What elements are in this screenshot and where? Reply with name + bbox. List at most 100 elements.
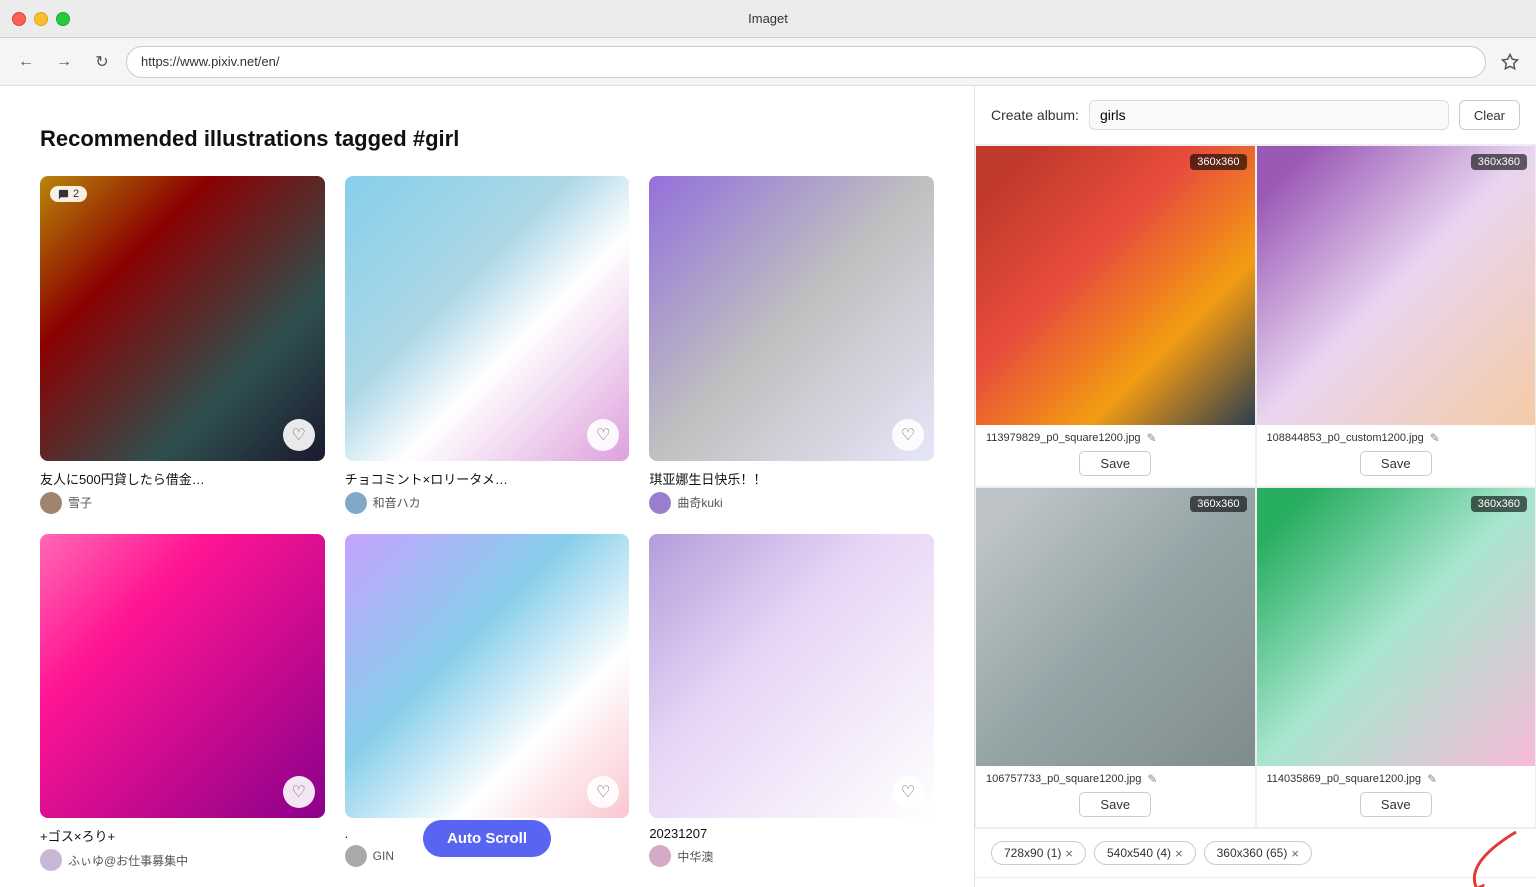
minimize-button[interactable]: [34, 12, 48, 26]
album-header: Create album: Clear: [975, 86, 1536, 145]
image-label: +ゴス×ろり+: [40, 826, 325, 845]
image-grid: 2 ♡ 友人に500円貸したら借金… 雪子 ♡ チョコミント×ロリータメ… 和音…: [40, 176, 934, 871]
comment-badge: 2: [50, 186, 87, 202]
gallery-thumbnail: 360x360: [1257, 146, 1536, 425]
author-row: 和音ハカ: [345, 492, 630, 514]
size-tag-label: 360x360 (65): [1217, 846, 1288, 860]
size-tag[interactable]: 728x90 (1) ×: [991, 841, 1086, 865]
avatar: [649, 492, 671, 514]
favorite-button[interactable]: ♡: [892, 776, 924, 808]
author-name: ふぃゆ@お仕事募集中: [68, 852, 188, 869]
close-button[interactable]: [12, 12, 26, 26]
back-button[interactable]: ←: [12, 48, 40, 76]
image-thumbnail: ♡: [40, 534, 325, 819]
dimension-label: 360x360: [1190, 496, 1246, 512]
save-button[interactable]: Save: [1079, 792, 1151, 817]
fullscreen-button[interactable]: [56, 12, 70, 26]
size-tag[interactable]: 360x360 (65) ×: [1204, 841, 1312, 865]
avatar: [345, 845, 367, 867]
list-item[interactable]: ♡ チョコミント×ロリータメ… 和音ハカ: [345, 176, 630, 514]
avatar: [649, 845, 671, 867]
author-name: 曲奇kuki: [677, 494, 722, 511]
remove-tag-button[interactable]: ×: [1175, 847, 1183, 860]
list-item[interactable]: ♡ 20231207 中华澳: [649, 534, 934, 872]
size-tag[interactable]: 540x540 (4) ×: [1094, 841, 1196, 865]
window-title: Imaget: [748, 11, 788, 26]
page-title: Recommended illustrations tagged #girl: [40, 126, 934, 152]
list-item[interactable]: ♡ 琪亚娜生日快乐！！ 曲奇kuki: [649, 176, 934, 514]
gallery-item: 360x360 106757733_p0_square1200.jpg ✎ Sa…: [975, 487, 1256, 829]
avatar: [40, 492, 62, 514]
dimension-label: 360x360: [1471, 154, 1527, 170]
clear-button[interactable]: Clear: [1459, 100, 1520, 130]
save-button[interactable]: Save: [1360, 451, 1432, 476]
favorite-button[interactable]: ♡: [892, 419, 924, 451]
filename-row: 114035869_p0_square1200.jpg ✎: [1257, 766, 1536, 788]
image-thumbnail: ♡: [345, 176, 630, 461]
favorite-button[interactable]: ♡: [587, 776, 619, 808]
traffic-lights: [12, 12, 70, 26]
gallery-thumbnail: 360x360: [976, 146, 1255, 425]
author-row: 中华澳: [649, 845, 934, 867]
webpage: Recommended illustrations tagged #girl 2…: [0, 86, 974, 887]
remove-tag-button[interactable]: ×: [1065, 847, 1073, 860]
extension-icon[interactable]: [1496, 48, 1524, 76]
save-button[interactable]: Save: [1079, 451, 1151, 476]
gallery-thumbnail: 360x360: [1257, 488, 1536, 767]
list-item[interactable]: 2 ♡ 友人に500円貸したら借金… 雪子: [40, 176, 325, 514]
gallery-item: 360x360 113979829_p0_square1200.jpg ✎ Sa…: [975, 145, 1256, 487]
author-row: 雪子: [40, 492, 325, 514]
gallery-item: 360x360 114035869_p0_square1200.jpg ✎ Sa…: [1256, 487, 1536, 829]
titlebar: Imaget: [0, 0, 1536, 38]
filename-text: 108844853_p0_custom1200.jpg: [1267, 432, 1424, 444]
author-row: ふぃゆ@お仕事募集中: [40, 849, 325, 871]
size-tags-row: 728x90 (1) × 540x540 (4) × 360x360 (65) …: [975, 829, 1536, 878]
image-label: 20231207: [649, 826, 934, 841]
favorite-button[interactable]: ♡: [587, 419, 619, 451]
refresh-button[interactable]: ↻: [88, 48, 116, 76]
image-thumbnail: ♡: [649, 176, 934, 461]
address-bar[interactable]: [126, 46, 1486, 78]
image-thumbnail: 2 ♡: [40, 176, 325, 461]
size-tag-label: 540x540 (4): [1107, 846, 1171, 860]
auto-scroll-button[interactable]: Auto Scroll: [423, 820, 551, 857]
controls-row: Image size: 360x360 (65) 540x540 (4) 728…: [975, 878, 1536, 887]
author-name: 和音ハカ: [373, 494, 421, 511]
edit-icon[interactable]: ✎: [1427, 772, 1437, 786]
avatar: [40, 849, 62, 871]
save-button[interactable]: Save: [1360, 792, 1432, 817]
filename-text: 106757733_p0_square1200.jpg: [986, 773, 1141, 785]
author-name: 雪子: [68, 494, 92, 511]
dimension-label: 360x360: [1471, 496, 1527, 512]
filename-row: 106757733_p0_square1200.jpg ✎: [976, 766, 1255, 788]
image-thumbnail: ♡: [649, 534, 934, 819]
favorite-button[interactable]: ♡: [283, 776, 315, 808]
author-row: 曲奇kuki: [649, 492, 934, 514]
filename-row: 113979829_p0_square1200.jpg ✎: [976, 425, 1255, 447]
gallery-thumbnail: 360x360: [976, 488, 1255, 767]
album-input[interactable]: [1089, 100, 1449, 130]
avatar: [345, 492, 367, 514]
list-item[interactable]: ♡ +ゴス×ろり+ ふぃゆ@お仕事募集中: [40, 534, 325, 872]
image-label: チョコミント×ロリータメ…: [345, 469, 630, 488]
album-label: Create album:: [991, 107, 1079, 123]
author-name: 中华澳: [677, 848, 713, 865]
main-layout: Recommended illustrations tagged #girl 2…: [0, 86, 1536, 887]
forward-button[interactable]: →: [50, 48, 78, 76]
gallery-grid: 360x360 113979829_p0_square1200.jpg ✎ Sa…: [975, 145, 1536, 829]
image-label: 琪亚娜生日快乐！！: [649, 469, 934, 488]
filename-text: 113979829_p0_square1200.jpg: [986, 432, 1141, 444]
edit-icon[interactable]: ✎: [1430, 431, 1440, 445]
edit-icon[interactable]: ✎: [1147, 431, 1157, 445]
image-thumbnail: ♡: [345, 534, 630, 819]
favorite-button[interactable]: ♡: [283, 419, 315, 451]
size-tag-label: 728x90 (1): [1004, 846, 1061, 860]
filename-row: 108844853_p0_custom1200.jpg ✎: [1257, 425, 1536, 447]
filename-text: 114035869_p0_square1200.jpg: [1267, 773, 1422, 785]
browser-chrome: ← → ↻: [0, 38, 1536, 86]
remove-tag-button[interactable]: ×: [1291, 847, 1299, 860]
author-name: GIN: [373, 849, 394, 863]
edit-icon[interactable]: ✎: [1147, 772, 1157, 786]
gallery-item: 360x360 108844853_p0_custom1200.jpg ✎ Sa…: [1256, 145, 1536, 487]
dimension-label: 360x360: [1190, 154, 1246, 170]
